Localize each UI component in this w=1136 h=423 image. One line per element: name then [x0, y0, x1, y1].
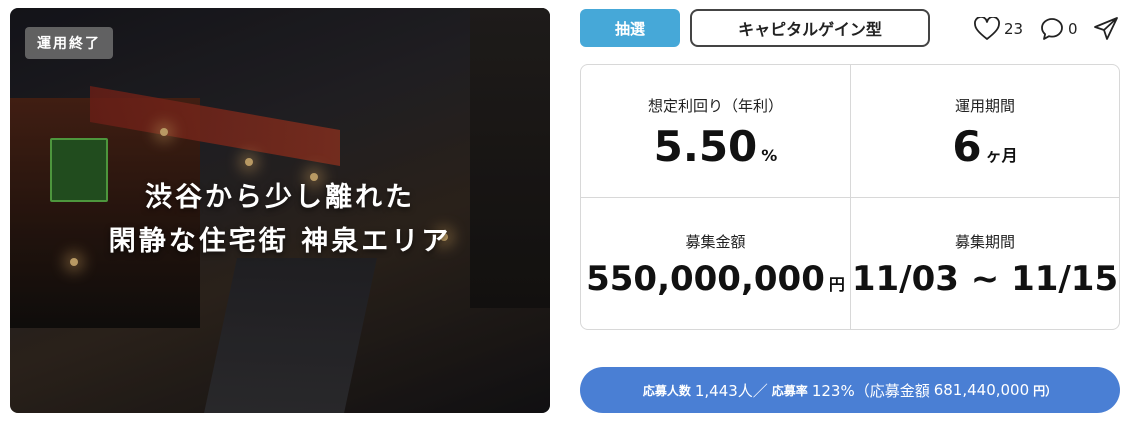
- recruitment-period-value: 11/03 ~ 11/15: [852, 262, 1118, 296]
- recruitment-period-label: 募集期間: [954, 233, 1015, 251]
- expected-yield-number: 5.50: [653, 121, 758, 171]
- recruitment-amount-number: 550,000,000: [586, 259, 825, 299]
- speech-bubble-icon: [1041, 18, 1063, 40]
- recruitment-period: 募集期間 11/03 ~ 11/15: [850, 197, 1119, 329]
- application-amount-unit: 円）: [1033, 383, 1058, 398]
- recruitment-amount: 募集金額 550,000,000 円: [581, 197, 850, 329]
- operation-period-unit: ヶ月: [985, 145, 1018, 165]
- hero-copy-line2: 閑静な住宅街 神泉エリア: [108, 226, 452, 257]
- hero-copy-line1: 渋谷から少し離れた: [145, 182, 415, 213]
- like-count: 23: [1004, 20, 1024, 38]
- heart-icon: [974, 17, 1000, 40]
- operation-period-number: 6: [952, 121, 982, 171]
- application-status-bar: 応募人数 1,443人／ 応募率 123%（応募金額 681,440,000 円…: [580, 367, 1120, 413]
- operation-period-label: 運用期間: [954, 96, 1015, 115]
- application-amount-value: 681,440,000: [933, 381, 1030, 399]
- operation-period: 運用期間 6 ヶ月: [850, 65, 1119, 197]
- recruitment-amount-label: 募集金額: [685, 233, 746, 251]
- application-rate-value: 123%（応募金額: [811, 381, 930, 400]
- lottery-tag: 抽選: [580, 9, 680, 47]
- comment-button[interactable]: 0: [1040, 14, 1078, 44]
- paper-plane-icon: [1094, 17, 1118, 40]
- status-badge: 運用終了: [25, 27, 113, 59]
- comment-count: 0: [1068, 20, 1078, 38]
- like-button[interactable]: 23: [974, 14, 1023, 44]
- recruitment-period-dates: 11/03 ~ 11/15: [851, 259, 1119, 299]
- hero-copy: 渋谷から少し離れた 閑静な住宅街 神泉エリア: [10, 176, 550, 264]
- expected-yield-value: 5.50%: [654, 125, 778, 168]
- application-rate-label: 応募率: [771, 383, 808, 398]
- expected-yield-label: 想定利回り（年利）: [647, 96, 783, 115]
- applicants-label: 応募人数: [642, 383, 691, 398]
- share-button[interactable]: [1093, 14, 1119, 44]
- fund-type-tag: キャピタルゲイン型: [690, 9, 930, 47]
- fund-metrics-panel: 想定利回り（年利） 5.50% 運用期間 6 ヶ月 募集金額 550,000,00…: [580, 64, 1120, 330]
- operation-period-value: 6 ヶ月: [952, 125, 1018, 168]
- expected-yield-unit: %: [761, 145, 778, 165]
- applicants-value: 1,443人／: [694, 381, 768, 400]
- fund-hero-image[interactable]: 運用終了 渋谷から少し離れた 閑静な住宅街 神泉エリア: [10, 8, 550, 413]
- recruitment-amount-value: 550,000,000 円: [586, 262, 845, 296]
- recruitment-amount-unit: 円: [828, 275, 845, 294]
- expected-yield: 想定利回り（年利） 5.50%: [581, 65, 850, 197]
